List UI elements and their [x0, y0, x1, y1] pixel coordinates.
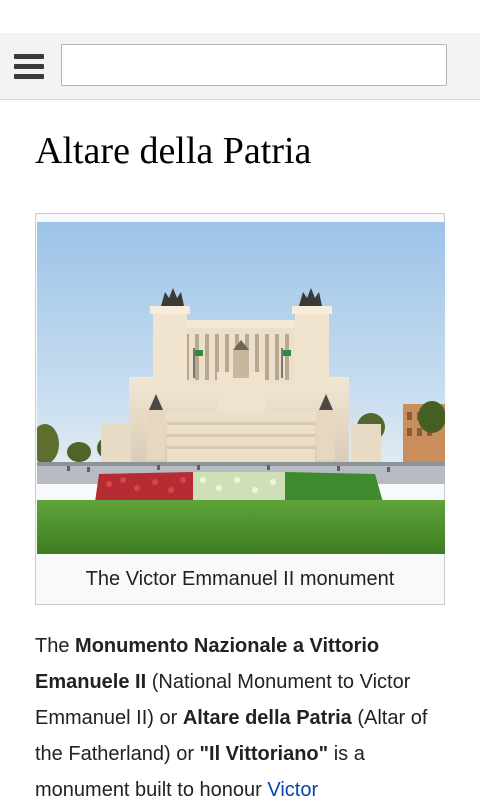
- victor-link[interactable]: Victor: [267, 779, 318, 801]
- menu-line: [14, 74, 44, 79]
- menu-line: [14, 64, 44, 69]
- hamburger-menu-icon[interactable]: [12, 51, 46, 81]
- bold-term: Altare della Patria: [182, 707, 352, 729]
- image-caption: The Victor Emmanuel II monument: [85, 568, 395, 590]
- image-figure: The Victor Emmanuel II monument: [35, 213, 445, 605]
- bold-term: "Il Vittoriano": [199, 743, 329, 765]
- intro-paragraph: The Monumento Nazionale a Vittorio Emanu…: [35, 628, 455, 808]
- status-bar-area: [0, 0, 480, 33]
- menu-line: [14, 54, 44, 59]
- page-title: Altare della Patria: [35, 130, 312, 172]
- intro-text: The: [35, 635, 76, 657]
- header-bar: [0, 33, 480, 100]
- search-input[interactable]: [61, 44, 447, 86]
- monument-photo[interactable]: [37, 222, 445, 554]
